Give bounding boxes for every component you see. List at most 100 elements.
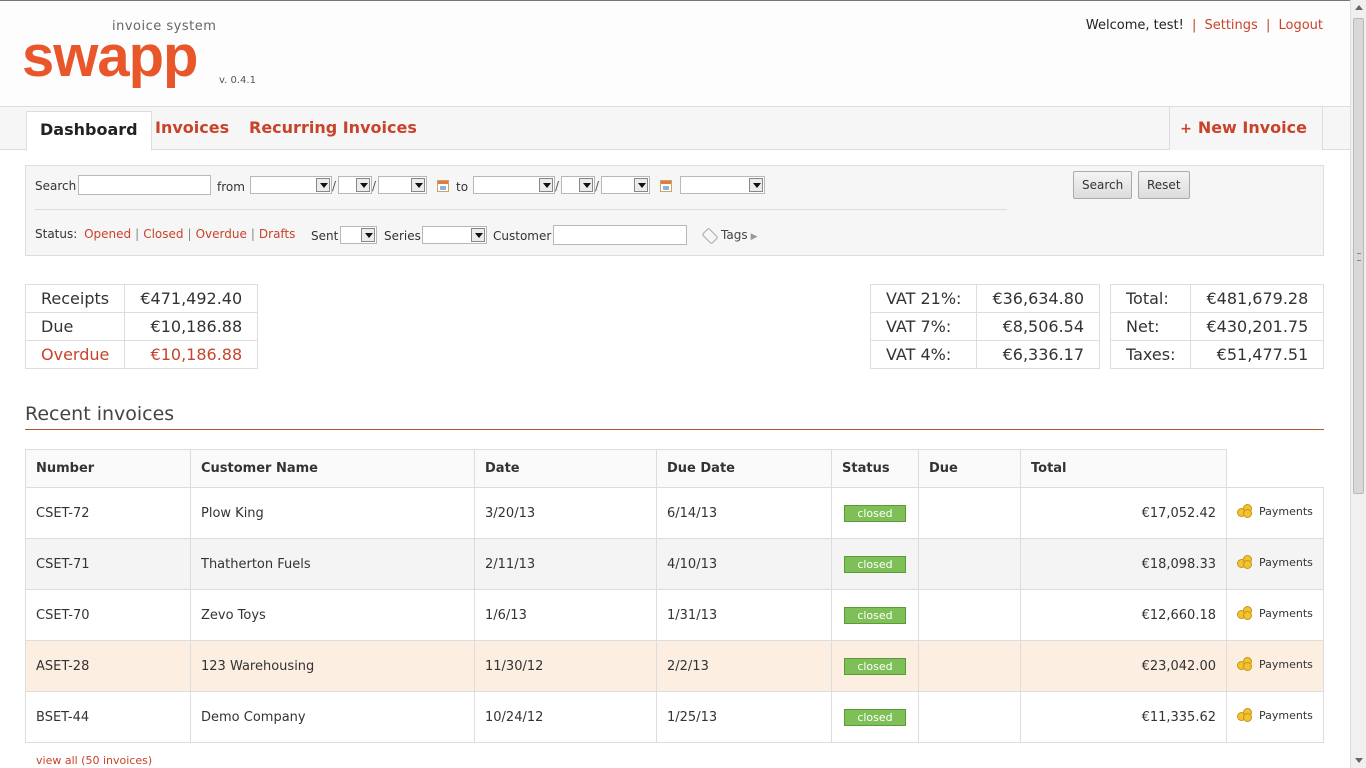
vat-value: €6,336.17 (976, 340, 1101, 369)
version-label: v. 0.4.1 (219, 75, 256, 86)
invoice-date: 10/24/12 (474, 691, 657, 743)
summary-row: Net: €430,201.75 (1109, 312, 1325, 341)
total-label: Total: (1109, 284, 1192, 313)
tab-dashboard[interactable]: Dashboard (26, 111, 152, 151)
sent-label: Sent (311, 229, 339, 243)
invoice-number[interactable]: BSET-44 (25, 691, 191, 743)
invoice-total: €12,660.18 (1020, 589, 1227, 641)
invoice-due (918, 691, 1021, 743)
payments-link[interactable]: Payments (1237, 504, 1313, 518)
tab-recurring-invoices[interactable]: Recurring Invoices (249, 107, 417, 150)
invoice-due (918, 538, 1021, 590)
payments-link[interactable]: Payments (1237, 657, 1313, 671)
column-header-date[interactable]: Date (474, 449, 657, 488)
customer-name[interactable]: Thatherton Fuels (190, 538, 475, 590)
tag-icon (701, 227, 719, 244)
date-separator: / (555, 179, 560, 193)
chevron-down-icon (356, 178, 370, 192)
calendar-icon[interactable] (437, 180, 449, 192)
status-label: Status: (35, 227, 78, 241)
payments-label: Payments (1259, 606, 1313, 620)
status-cell: closed (831, 589, 919, 641)
settings-link[interactable]: Settings (1204, 18, 1257, 33)
chevron-down-icon (634, 178, 648, 192)
search-input[interactable] (78, 175, 211, 195)
tab-invoices[interactable]: Invoices (155, 107, 229, 150)
scroll-up-icon[interactable] (1355, 5, 1363, 10)
column-header-due[interactable]: Due (918, 449, 1021, 488)
from-day-select[interactable] (338, 176, 372, 194)
actions-cell: Payments (1226, 538, 1324, 590)
payments-link[interactable]: Payments (1237, 708, 1313, 722)
customer-input[interactable] (553, 225, 687, 245)
to-year-select[interactable] (601, 176, 650, 194)
search-button[interactable]: Search (1073, 171, 1133, 199)
status-closed-link[interactable]: Closed (143, 227, 183, 241)
tags-toggle[interactable]: Tags ▶ (701, 227, 758, 244)
invoice-due-date: 6/14/13 (656, 487, 832, 539)
payments-link[interactable]: Payments (1237, 555, 1313, 569)
chevron-down-icon (316, 178, 330, 192)
new-invoice-button[interactable]: + New Invoice (1169, 107, 1323, 150)
coins-icon (1237, 708, 1253, 722)
invoice-total: €11,335.62 (1020, 691, 1227, 743)
separator: | (135, 227, 140, 241)
scroll-down-icon[interactable] (1355, 758, 1363, 763)
column-header-total[interactable]: Total (1020, 449, 1227, 488)
swapp-logo[interactable]: invoice system swapp v. 0.4.1 (22, 19, 262, 91)
invoice-due (918, 640, 1021, 692)
invoice-due-date: 2/2/13 (656, 640, 832, 692)
table-row[interactable]: CSET-72 Plow King 3/20/13 6/14/13 closed… (25, 487, 1324, 539)
total-value: €481,679.28 (1190, 284, 1325, 313)
invoice-number[interactable]: CSET-72 (25, 487, 191, 539)
payments-label: Payments (1259, 708, 1313, 722)
period-select[interactable] (680, 176, 765, 194)
vat-label: VAT 7%: (869, 312, 978, 341)
divider (35, 209, 1007, 210)
scrollbar-thumb[interactable] (1353, 18, 1364, 494)
separator: | (187, 227, 192, 241)
from-year-select[interactable] (378, 176, 427, 194)
summary-row: Taxes: €51,477.51 (1109, 340, 1325, 369)
sent-select[interactable] (340, 226, 377, 244)
customer-name[interactable]: 123 Warehousing (190, 640, 475, 692)
invoice-number[interactable]: CSET-70 (25, 589, 191, 641)
invoice-date: 3/20/13 (474, 487, 657, 539)
column-header-status[interactable]: Status (831, 449, 919, 488)
invoice-number[interactable]: CSET-71 (25, 538, 191, 590)
status-opened-link[interactable]: Opened (84, 227, 131, 241)
table-row[interactable]: CSET-70 Zevo Toys 1/6/13 1/31/13 closed … (25, 589, 1324, 641)
overdue-value: €10,186.88 (124, 340, 259, 369)
column-header-due-date[interactable]: Due Date (656, 449, 832, 488)
table-row[interactable]: ASET-28 123 Warehousing 11/30/12 2/2/13 … (25, 640, 1324, 692)
column-header-number[interactable]: Number (25, 449, 191, 488)
due-value: €10,186.88 (124, 312, 259, 341)
series-select[interactable] (422, 226, 487, 244)
reset-button[interactable]: Reset (1138, 171, 1190, 199)
to-day-select[interactable] (561, 176, 595, 194)
net-value: €430,201.75 (1190, 312, 1325, 341)
to-month-select[interactable] (473, 176, 555, 194)
table-row[interactable]: BSET-44 Demo Company 10/24/12 1/25/13 cl… (25, 691, 1324, 743)
customer-name[interactable]: Zevo Toys (190, 589, 475, 641)
payments-link[interactable]: Payments (1237, 606, 1313, 620)
logout-link[interactable]: Logout (1278, 18, 1323, 33)
calendar-icon[interactable] (660, 180, 672, 192)
status-drafts-link[interactable]: Drafts (259, 227, 296, 241)
vertical-scrollbar[interactable] (1350, 0, 1366, 768)
view-all-link[interactable]: view all (50 invoices) (36, 754, 152, 767)
column-header-customer[interactable]: Customer Name (190, 449, 475, 488)
customer-name[interactable]: Plow King (190, 487, 475, 539)
receipts-value: €471,492.40 (124, 284, 259, 313)
invoice-number[interactable]: ASET-28 (25, 640, 191, 692)
invoice-total: €18,098.33 (1020, 538, 1227, 590)
status-overdue-link[interactable]: Overdue (196, 227, 247, 241)
customer-name[interactable]: Demo Company (190, 691, 475, 743)
from-month-select[interactable] (250, 176, 332, 194)
status-cell: closed (831, 538, 919, 590)
table-header-row: Number Customer Name Date Due Date Statu… (25, 449, 1324, 488)
logo-wordmark: swapp (22, 24, 198, 89)
main-nav: Dashboard Invoices Recurring Invoices + N… (0, 107, 1350, 151)
coins-icon (1237, 657, 1253, 671)
table-row[interactable]: CSET-71 Thatherton Fuels 2/11/13 4/10/13… (25, 538, 1324, 590)
